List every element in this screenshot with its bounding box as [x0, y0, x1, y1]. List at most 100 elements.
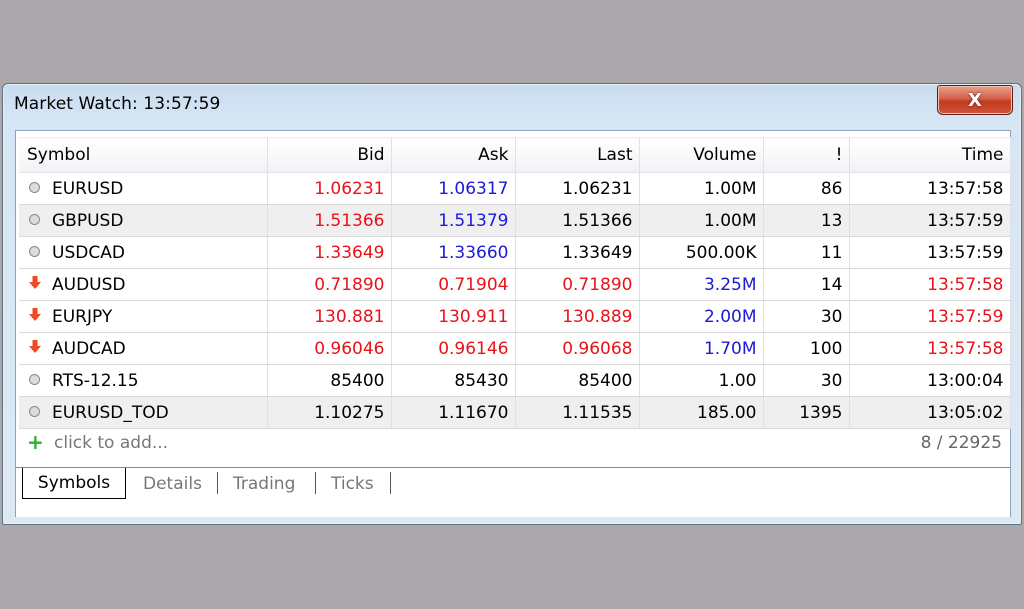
- symbol-cell: AUDCAD: [19, 332, 268, 365]
- time-cell: 13:57:59: [849, 300, 1011, 333]
- bullet-icon: [29, 245, 40, 257]
- tab-ticks[interactable]: Ticks: [331, 474, 374, 494]
- symbol-cell: AUDUSD: [19, 268, 268, 301]
- tab-divider: [217, 472, 218, 494]
- bullet-icon: [29, 213, 40, 225]
- last-cell: 0.71890: [515, 268, 640, 301]
- add-symbol-row[interactable]: + click to add... 8 / 22925: [19, 427, 1010, 459]
- ask-cell: 1.51379: [391, 204, 516, 237]
- last-cell: 1.11535: [515, 396, 640, 429]
- bid-cell: 0.71890: [267, 268, 392, 301]
- symbol-cell: EURUSD: [19, 172, 268, 205]
- column-header-volume[interactable]: Volume: [639, 137, 764, 173]
- tab-strip: Symbols Details Trading Ticks: [16, 467, 1010, 517]
- bullet-icon: [29, 405, 40, 417]
- column-header-last[interactable]: Last: [515, 137, 640, 173]
- table-row[interactable]: EURUSD 1.06231 1.06317 1.06231 1.00M 86 …: [19, 172, 1011, 205]
- table-header: Symbol Bid Ask Last Volume ! Time: [19, 137, 1011, 173]
- symbol-count: 8 / 22925: [920, 433, 1002, 453]
- count-cell: 1395: [763, 396, 850, 429]
- count-cell: 30: [763, 364, 850, 397]
- title-bar[interactable]: Market Watch: 13:57:59 X: [3, 84, 1021, 128]
- symbol-name: EURJPY: [52, 306, 113, 327]
- count-cell: 30: [763, 300, 850, 333]
- count-cell: 86: [763, 172, 850, 205]
- column-header-count[interactable]: !: [763, 137, 850, 173]
- bullet-icon: [29, 373, 40, 385]
- plus-icon: +: [27, 430, 44, 454]
- column-header-bid[interactable]: Bid: [267, 137, 392, 173]
- bid-cell: 1.10275: [267, 396, 392, 429]
- table-row[interactable]: EURJPY 130.881 130.911 130.889 2.00M 30 …: [19, 300, 1011, 333]
- symbols-table: Symbol Bid Ask Last Volume ! Time EURUSD…: [19, 137, 1011, 429]
- symbol-cell: RTS-12.15: [19, 364, 268, 397]
- tab-trading[interactable]: Trading: [233, 474, 295, 494]
- symbol-name: RTS-12.15: [52, 370, 139, 391]
- down-arrow-icon: [29, 308, 41, 321]
- table-row[interactable]: AUDCAD 0.96046 0.96146 0.96068 1.70M 100…: [19, 332, 1011, 365]
- volume-cell: 1.00M: [639, 204, 764, 237]
- count-cell: 13: [763, 204, 850, 237]
- ask-cell: 0.96146: [391, 332, 516, 365]
- ask-cell: 1.11670: [391, 396, 516, 429]
- bid-cell: 1.06231: [267, 172, 392, 205]
- column-header-symbol[interactable]: Symbol: [19, 137, 268, 173]
- volume-cell: 2.00M: [639, 300, 764, 333]
- last-cell: 1.51366: [515, 204, 640, 237]
- bid-cell: 1.33649: [267, 236, 392, 269]
- down-arrow-icon: [29, 276, 41, 289]
- count-cell: 14: [763, 268, 850, 301]
- last-cell: 130.889: [515, 300, 640, 333]
- time-cell: 13:57:59: [849, 236, 1011, 269]
- symbol-cell: USDCAD: [19, 236, 268, 269]
- window-title: Market Watch: 13:57:59: [14, 94, 221, 114]
- bid-cell: 85400: [267, 364, 392, 397]
- last-cell: 85400: [515, 364, 640, 397]
- ask-cell: 1.33660: [391, 236, 516, 269]
- time-cell: 13:57:59: [849, 204, 1011, 237]
- symbol-cell: EURUSD_TOD: [19, 396, 268, 429]
- volume-cell: 185.00: [639, 396, 764, 429]
- bid-cell: 1.51366: [267, 204, 392, 237]
- bid-cell: 130.881: [267, 300, 392, 333]
- close-button[interactable]: X: [937, 85, 1013, 115]
- table-row[interactable]: USDCAD 1.33649 1.33660 1.33649 500.00K 1…: [19, 236, 1011, 269]
- table-row[interactable]: AUDUSD 0.71890 0.71904 0.71890 3.25M 14 …: [19, 268, 1011, 301]
- market-watch-window: Market Watch: 13:57:59 X Symbol Bid Ask …: [2, 83, 1022, 525]
- bullet-icon: [29, 181, 40, 193]
- count-cell: 11: [763, 236, 850, 269]
- volume-cell: 500.00K: [639, 236, 764, 269]
- column-header-ask[interactable]: Ask: [391, 137, 516, 173]
- symbol-name: GBPUSD: [52, 210, 124, 231]
- tab-details[interactable]: Details: [143, 474, 202, 494]
- tab-divider: [315, 472, 316, 494]
- bid-cell: 0.96046: [267, 332, 392, 365]
- symbol-name: USDCAD: [52, 242, 125, 263]
- volume-cell: 1.00: [639, 364, 764, 397]
- last-cell: 1.33649: [515, 236, 640, 269]
- ask-cell: 0.71904: [391, 268, 516, 301]
- time-cell: 13:57:58: [849, 172, 1011, 205]
- last-cell: 1.06231: [515, 172, 640, 205]
- close-icon: X: [968, 89, 982, 111]
- ask-cell: 85430: [391, 364, 516, 397]
- table-row[interactable]: EURUSD_TOD 1.10275 1.11670 1.11535 185.0…: [19, 396, 1011, 429]
- table-row[interactable]: RTS-12.15 85400 85430 85400 1.00 30 13:0…: [19, 364, 1011, 397]
- table-row[interactable]: GBPUSD 1.51366 1.51379 1.51366 1.00M 13 …: [19, 204, 1011, 237]
- time-cell: 13:57:58: [849, 332, 1011, 365]
- last-cell: 0.96068: [515, 332, 640, 365]
- symbol-cell: EURJPY: [19, 300, 268, 333]
- volume-cell: 1.00M: [639, 172, 764, 205]
- symbol-name: AUDUSD: [52, 274, 126, 295]
- tab-divider: [390, 472, 391, 494]
- time-cell: 13:05:02: [849, 396, 1011, 429]
- count-cell: 100: [763, 332, 850, 365]
- volume-cell: 3.25M: [639, 268, 764, 301]
- volume-cell: 1.70M: [639, 332, 764, 365]
- tab-symbols[interactable]: Symbols: [22, 468, 126, 499]
- time-cell: 13:57:58: [849, 268, 1011, 301]
- symbol-name: EURUSD: [52, 178, 124, 199]
- column-header-time[interactable]: Time: [849, 137, 1011, 173]
- add-symbol-label[interactable]: click to add...: [54, 433, 168, 453]
- symbol-name: AUDCAD: [52, 338, 126, 359]
